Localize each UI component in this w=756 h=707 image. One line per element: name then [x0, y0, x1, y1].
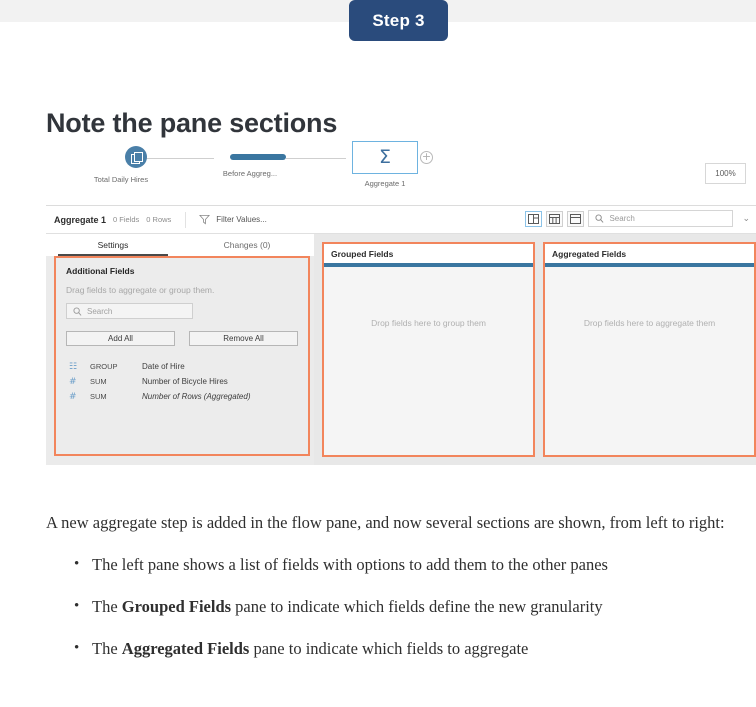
- bullet-text: The left pane shows a list of fields wit…: [92, 555, 608, 574]
- flow-node-input[interactable]: Total Daily Hires: [94, 146, 162, 184]
- aggregate-panes: Settings Changes (0) Additional Fields D…: [46, 234, 756, 465]
- list-item[interactable]: # SUM Number of Rows (Aggregated): [66, 389, 298, 404]
- field-name: Number of Rows (Aggregated): [142, 392, 251, 401]
- field-role: SUM: [90, 377, 107, 386]
- split-pane-glyph: [528, 213, 540, 224]
- number-icon: #: [69, 376, 77, 387]
- filter-values-button[interactable]: Filter Values...: [199, 214, 267, 225]
- step-badge: Step 3: [349, 0, 448, 41]
- tab-settings[interactable]: Settings: [46, 234, 180, 256]
- toolbar-rows-count: 0 Rows: [146, 215, 172, 224]
- list-item[interactable]: # SUM Number of Bicycle Hires: [66, 374, 298, 389]
- filter-values-label: Filter Values...: [216, 215, 267, 224]
- app-screenshot: Total Daily Hires Before Aggreg... Σ Agg…: [46, 140, 756, 465]
- pane-tabs: Settings Changes (0): [46, 234, 314, 256]
- fields-search-placeholder: Search: [87, 306, 113, 316]
- bullet-text: The: [92, 597, 122, 616]
- split-pane-view-icon[interactable]: [525, 210, 543, 227]
- number-icon: #: [69, 391, 77, 402]
- profile-toolbar: Aggregate 1 0 Fields 0 Rows Filter Value…: [46, 206, 756, 234]
- tab-settings-label: Settings: [97, 240, 129, 250]
- zoom-level-badge[interactable]: 100%: [705, 163, 746, 184]
- list-item: The Grouped Fields pane to indicate whic…: [74, 594, 736, 619]
- tab-changes-label: Changes (0): [223, 240, 271, 250]
- grouped-fields-rule: [324, 263, 533, 267]
- article-paragraph: A new aggregate step is added in the flo…: [46, 512, 725, 532]
- aggregated-fields-drop-hint: Drop fields here to aggregate them: [583, 318, 716, 328]
- field-name: Date of Hire: [142, 362, 185, 371]
- sigma-icon: Σ: [352, 141, 418, 174]
- calendar-icon: ☷: [69, 361, 78, 372]
- flow-node-clean[interactable]: Before Aggreg...: [222, 146, 293, 178]
- list-item: The Aggregated Fields pane to indicate w…: [74, 636, 736, 661]
- toolbar-fields-count: 0 Fields: [113, 215, 140, 224]
- additional-fields-pane: Settings Changes (0) Additional Fields D…: [46, 234, 314, 465]
- list-view-icon[interactable]: [567, 210, 585, 227]
- aggregated-fields-rule: [545, 263, 754, 267]
- grouped-fields-pane[interactable]: Grouped Fields Drop fields here to group…: [322, 242, 535, 457]
- grouped-fields-title: Grouped Fields: [324, 244, 533, 263]
- search-icon: [73, 306, 82, 316]
- funnel-icon: [199, 214, 211, 225]
- grouped-fields-drop-hint: Drop fields here to group them: [371, 318, 486, 328]
- field-list: ☷ GROUP Date of Hire # SUM Number of Bic…: [66, 359, 298, 404]
- toolbar-search-placeholder: Search: [609, 214, 635, 223]
- chevron-down-icon[interactable]: ⌄: [742, 214, 750, 224]
- list-view-glyph: [570, 213, 582, 224]
- article-body: A new aggregate step is added in the flo…: [46, 492, 736, 679]
- grid-view-icon[interactable]: [546, 210, 564, 227]
- flow-node-aggregate-label: Aggregate 1: [364, 179, 406, 188]
- flow-connector-2: [286, 158, 346, 159]
- aggregated-fields-pane[interactable]: Aggregated Fields Drop fields here to ag…: [543, 242, 756, 457]
- add-step-icon[interactable]: +: [420, 151, 433, 164]
- input-file-icon: [125, 146, 147, 168]
- clean-step-icon: [229, 154, 286, 160]
- toolbar-right-group: Search ⌄: [525, 210, 750, 227]
- page-title: Note the pane sections: [46, 108, 338, 139]
- list-item[interactable]: ☷ GROUP Date of Hire: [66, 359, 298, 374]
- fields-search-input[interactable]: Search: [66, 303, 193, 319]
- additional-fields-title: Additional Fields: [66, 266, 135, 276]
- remove-all-button[interactable]: Remove All: [189, 331, 298, 346]
- additional-fields-hint: Drag fields to aggregate or group them.: [66, 285, 215, 295]
- additional-fields-box: Additional Fields Drag fields to aggrega…: [54, 256, 310, 456]
- bullet-emphasis: Aggregated Fields: [121, 639, 250, 658]
- bullet-text: The: [92, 639, 122, 658]
- search-icon: [595, 214, 604, 223]
- flow-node-clean-label: Before Aggreg...: [222, 169, 278, 178]
- field-role: GROUP: [90, 362, 118, 371]
- aggregated-fields-title: Aggregated Fields: [545, 244, 754, 263]
- field-role: SUM: [90, 392, 107, 401]
- toolbar-title: Aggregate 1: [54, 214, 107, 225]
- flow-node-input-label: Total Daily Hires: [93, 175, 149, 184]
- field-name: Number of Bicycle Hires: [142, 377, 228, 386]
- flow-node-aggregate[interactable]: Σ Aggregate 1: [352, 141, 425, 188]
- flow-pane: Total Daily Hires Before Aggreg... Σ Agg…: [46, 140, 756, 206]
- grid-view-glyph: [549, 213, 561, 224]
- bullet-text-suffix: pane to indicate which fields define the…: [231, 597, 603, 616]
- toolbar-divider: [185, 211, 187, 228]
- article-bullet-list: The left pane shows a list of fields wit…: [46, 552, 736, 661]
- fields-bulk-actions: Add All Remove All: [66, 331, 298, 346]
- add-all-button[interactable]: Add All: [66, 331, 175, 346]
- toolbar-search-input[interactable]: Search: [588, 210, 734, 227]
- list-item: The left pane shows a list of fields wit…: [74, 552, 736, 577]
- bullet-emphasis: Grouped Fields: [121, 597, 232, 616]
- tab-changes[interactable]: Changes (0): [180, 234, 314, 256]
- bullet-text-suffix: pane to indicate which fields to aggrega…: [249, 639, 529, 658]
